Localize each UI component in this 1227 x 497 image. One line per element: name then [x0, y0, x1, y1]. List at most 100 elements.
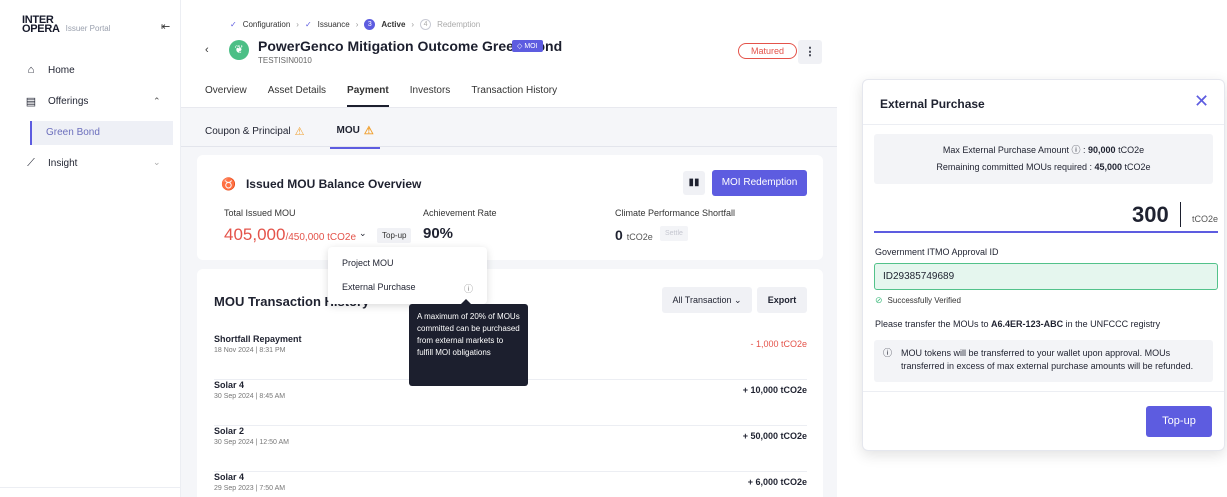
- main-panel: ✓ Configuration › ✓ Issuance › 3 Active …: [181, 0, 837, 497]
- modal-divider: [863, 391, 1224, 392]
- store-icon: ▤: [25, 96, 37, 108]
- total-issued-value: 405,000/450,000 tCO2e: [224, 225, 356, 245]
- sidebar-divider: [0, 487, 181, 488]
- step-configuration: Configuration: [242, 20, 291, 29]
- purchase-limits-info: Max External Purchase Amount ⓘ : 90,000 …: [874, 134, 1213, 184]
- sidebar-item-label: Offerings: [48, 96, 89, 107]
- transaction-filter-select[interactable]: All Transaction ⌄: [662, 287, 752, 313]
- sidebar: INTER OPERA Issuer Portal ⇤ ⌂ Home ▤ Off…: [0, 0, 181, 497]
- sidebar-item-home[interactable]: ⌂ Home: [24, 64, 75, 76]
- check-icon: ✓: [304, 20, 312, 29]
- table-row[interactable]: Solar 2 30 Sep 2024 | 12:50 AM + 50,000 …: [214, 426, 807, 472]
- chevron-right-icon: ›: [296, 20, 299, 29]
- max-purchase-value: 90,000: [1088, 145, 1116, 155]
- chevron-right-icon: ›: [411, 20, 415, 29]
- logo-mark: INTER OPERA: [22, 15, 60, 35]
- tx-name: Solar 4: [214, 380, 245, 390]
- table-row[interactable]: Solar 4 30 Sep 2024 | 8:45 AM + 10,000 t…: [214, 380, 807, 426]
- total-issued-label: Total Issued MOU: [224, 208, 296, 218]
- tx-amount: + 6,000 tCO2e: [747, 477, 807, 487]
- modal-divider: [863, 124, 1224, 125]
- sidebar-item-green-bond[interactable]: Green Bond: [30, 121, 173, 145]
- refund-notice: ⓘ MOU tokens will be transferred to your…: [874, 340, 1213, 382]
- balance-overview-card: ♉ Issued MOU Balance Overview ▮▮ MOI Red…: [197, 155, 823, 260]
- moi-badge: ◇ MOI: [512, 40, 543, 52]
- settle-button[interactable]: Settle: [660, 226, 688, 241]
- logo: INTER OPERA Issuer Portal: [22, 15, 111, 35]
- remaining-label: Remaining committed MOUs required :: [936, 162, 1092, 172]
- tx-amount: + 10,000 tCO2e: [742, 385, 807, 395]
- page-header: ✓ Configuration › ✓ Issuance › 3 Active …: [181, 0, 837, 108]
- chevron-up-icon[interactable]: ⌃: [153, 96, 161, 107]
- achievement-rate-label: Achievement Rate: [423, 208, 497, 218]
- back-button[interactable]: ‹: [205, 44, 209, 56]
- tab-transaction-history[interactable]: Transaction History: [471, 85, 557, 107]
- home-icon: ⌂: [27, 64, 35, 76]
- subtab-divider: [181, 146, 837, 147]
- chevron-down-icon[interactable]: ⌄: [153, 157, 161, 168]
- amount-unit: tCO2e: [1192, 214, 1219, 224]
- subtab-label: MOU: [336, 125, 360, 136]
- tab-investors[interactable]: Investors: [410, 85, 451, 107]
- leaf-icon: ❦: [229, 40, 249, 60]
- chart-line-icon: ⟋: [27, 157, 35, 169]
- moi-badge-label: MOI: [524, 43, 538, 50]
- verification-status: ⊘ Successfully Verified: [875, 295, 961, 306]
- tx-amount: - 1,000 tCO2e: [750, 339, 807, 349]
- balance-title: ♉ Issued MOU Balance Overview: [221, 177, 421, 191]
- topup-dropdown-button[interactable]: Top-up: [377, 228, 412, 243]
- step-number-badge: 4: [420, 19, 432, 30]
- bar-chart-button[interactable]: ▮▮: [683, 171, 705, 195]
- export-button[interactable]: Export: [757, 287, 807, 313]
- more-options-button[interactable]: ⋮: [798, 40, 822, 64]
- chevron-down-icon: ⌄: [734, 295, 742, 305]
- sidebar-item-offerings[interactable]: ▤ Offerings: [24, 95, 89, 108]
- info-tooltip: A maximum of 20% of MOUs committed can b…: [409, 299, 528, 386]
- total-issued-target: /450,000 tCO2e: [285, 232, 357, 243]
- check-icon: ✓: [230, 20, 237, 29]
- chevron-down-icon[interactable]: ⌄: [359, 228, 367, 239]
- table-row[interactable]: Solar 4 29 Sep 2023 | 7:50 AM + 6,000 tC…: [214, 472, 807, 497]
- menu-item-project-mou[interactable]: Project MOU: [342, 258, 394, 268]
- step-issuance: Issuance: [317, 20, 350, 29]
- info-icon[interactable]: ⓘ: [1071, 145, 1083, 155]
- check-circle-icon: ⊘: [875, 295, 883, 305]
- step-active: Active: [381, 20, 406, 29]
- collapse-sidebar-icon[interactable]: ⇤: [161, 20, 170, 33]
- sidebar-item-label: Home: [48, 64, 75, 76]
- tab-overview[interactable]: Overview: [205, 85, 247, 107]
- info-icon[interactable]: ⓘ: [464, 282, 473, 295]
- achievement-rate-value: 90%: [423, 225, 454, 242]
- shortfall-number: 0: [615, 227, 623, 243]
- amount-value: 300: [1132, 202, 1169, 227]
- remaining-unit: tCO2e: [1124, 162, 1151, 172]
- step-redemption: Redemption: [437, 20, 481, 29]
- modal-title: External Purchase: [880, 97, 985, 111]
- tab-asset-details[interactable]: Asset Details: [268, 85, 326, 107]
- topup-button[interactable]: Top-up: [1146, 406, 1212, 437]
- notice-text: MOU tokens will be transferred to your w…: [901, 348, 1194, 371]
- moi-redemption-button[interactable]: MOI Redemption: [712, 170, 807, 196]
- token-icon: ♉: [221, 177, 236, 191]
- topup-dropdown-menu: Project MOU External Purchase ⓘ: [328, 247, 487, 304]
- external-purchase-modal: External Purchase ✕ Max External Purchas…: [862, 79, 1225, 451]
- tx-name: Shortfall Repayment: [214, 334, 302, 344]
- tx-date: 18 Nov 2024 | 8:31 PM: [214, 347, 286, 354]
- amount-input[interactable]: 300 tCO2e: [874, 192, 1218, 233]
- bond-code: TESTISIN0010: [258, 56, 312, 65]
- progress-steps: ✓ Configuration › ✓ Issuance › 3 Active …: [230, 19, 480, 30]
- approval-id-field[interactable]: ID29385749689: [874, 263, 1218, 290]
- close-icon[interactable]: ✕: [1194, 91, 1209, 112]
- transfer-account: A6.4ER-123-ABC: [991, 319, 1064, 329]
- approval-id-label: Government ITMO Approval ID: [875, 247, 999, 257]
- filter-label: All Transaction: [672, 295, 732, 305]
- sidebar-item-insight[interactable]: ⟋ Insight: [24, 157, 77, 170]
- chevron-right-icon: ›: [355, 20, 359, 29]
- max-purchase-unit: tCO2e: [1118, 145, 1145, 155]
- main-tabs: Overview Asset Details Payment Investors…: [205, 85, 557, 107]
- tx-date: 30 Sep 2024 | 8:45 AM: [214, 393, 286, 400]
- tx-date: 29 Sep 2023 | 7:50 AM: [214, 485, 286, 492]
- menu-item-external-purchase[interactable]: External Purchase: [342, 282, 416, 292]
- warning-icon: ⚠: [363, 125, 374, 137]
- tab-payment[interactable]: Payment: [347, 85, 389, 107]
